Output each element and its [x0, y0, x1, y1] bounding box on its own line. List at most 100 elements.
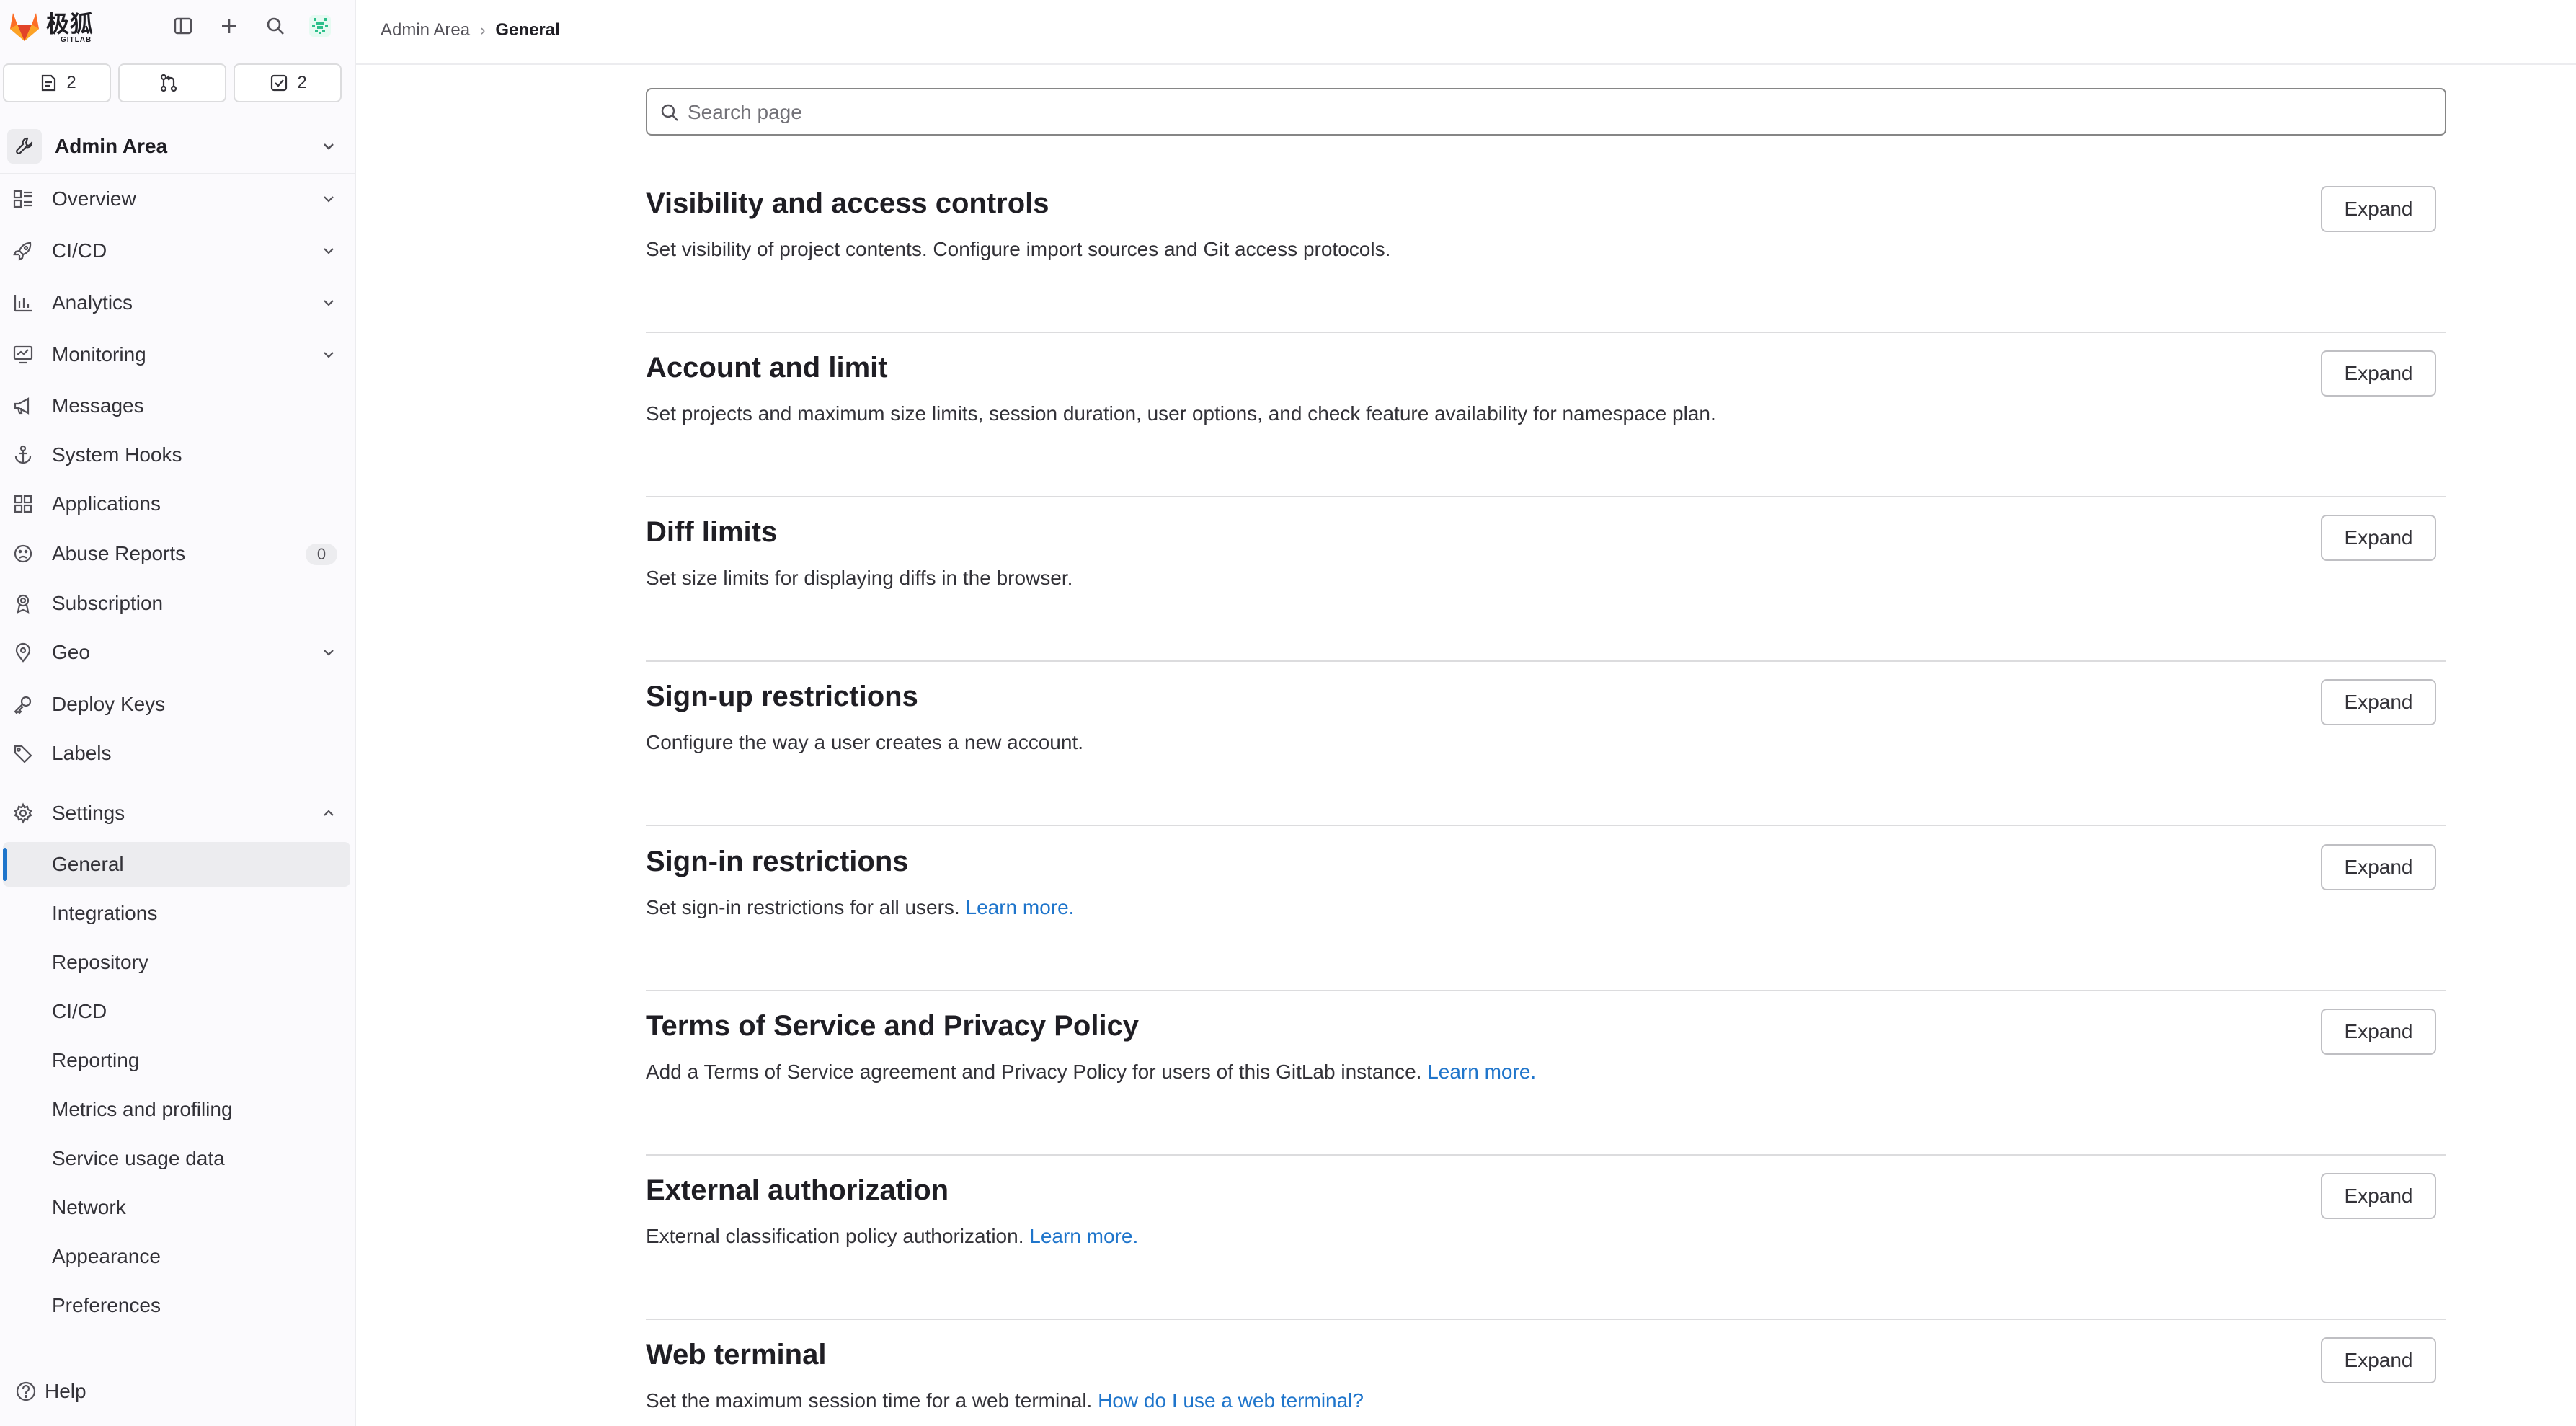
abuse-face-icon: [14, 544, 32, 563]
breadcrumb-admin-area-link[interactable]: Admin Area: [381, 20, 470, 40]
settings-section-signup: Sign-up restrictions Configure the way a…: [646, 662, 2446, 826]
expand-button[interactable]: Expand: [2321, 1337, 2436, 1383]
section-title: Diff limits: [646, 516, 778, 548]
search-page-field[interactable]: [646, 88, 2446, 136]
context-switcher[interactable]: Admin Area: [3, 124, 349, 169]
sidebar-toggle-button[interactable]: [167, 10, 199, 42]
section-divider: [646, 825, 2446, 826]
section-title: Visibility and access controls: [646, 187, 1049, 219]
settings-item-metrics[interactable]: Metrics and profiling: [3, 1087, 350, 1132]
nav-label-geo: Geo: [52, 641, 90, 663]
expand-button[interactable]: Expand: [2321, 844, 2436, 890]
settings-item-cicd[interactable]: CI/CD: [3, 989, 350, 1034]
nav-item-applications[interactable]: Applications: [3, 482, 350, 526]
expand-button[interactable]: Expand: [2321, 1173, 2436, 1219]
chevron-down-icon: [324, 143, 334, 150]
top-bar: Admin Area › General: [356, 0, 2576, 65]
search-icon: [661, 104, 678, 121]
nav-label-deploy-keys: Deploy Keys: [52, 693, 166, 715]
wrench-icon: [16, 137, 33, 154]
expand-button[interactable]: Expand: [2321, 1009, 2436, 1055]
location-pin-icon: [15, 642, 31, 663]
license-icon: [17, 594, 30, 614]
section-description: External classification policy authoriza…: [646, 1225, 1139, 1247]
expand-button[interactable]: Expand: [2321, 679, 2436, 725]
nav-item-cicd[interactable]: CI/CD: [3, 229, 350, 273]
user-avatar-button[interactable]: [304, 10, 336, 42]
nav-item-analytics[interactable]: Analytics: [3, 280, 350, 325]
nav-label-settings: Settings: [52, 802, 125, 824]
nav-item-overview[interactable]: Overview: [3, 177, 350, 221]
brand-name: 极狐: [46, 11, 94, 37]
app-root: 极狐 GITLAB 2 2 Admin Area Overview CI/CD …: [0, 0, 2576, 1426]
breadcrumb: Admin Area › General: [381, 20, 560, 40]
settings-item-integrations[interactable]: Integrations: [3, 891, 350, 936]
avatar-icon: [309, 15, 331, 37]
sidebar-divider: [0, 173, 355, 174]
issues-counter-button[interactable]: 2: [3, 63, 111, 102]
settings-item-label: Reporting: [52, 1049, 140, 1071]
gitlab-logo-icon[interactable]: [6, 7, 43, 45]
settings-item-preferences[interactable]: Preferences: [3, 1283, 350, 1328]
section-title: Account and limit: [646, 352, 888, 384]
nav-item-messages[interactable]: Messages: [3, 384, 350, 428]
section-title: Terms of Service and Privacy Policy: [646, 1010, 1140, 1042]
settings-item-service-usage[interactable]: Service usage data: [3, 1136, 350, 1181]
nav-item-system-hooks[interactable]: System Hooks: [3, 433, 350, 477]
sidebar-toggle-icon: [174, 17, 192, 35]
settings-item-label: Service usage data: [52, 1147, 225, 1169]
section-learn-more-link[interactable]: Learn more.: [966, 896, 1075, 918]
create-new-button[interactable]: [213, 10, 245, 42]
overview-icon: [13, 190, 32, 208]
settings-item-reporting[interactable]: Reporting: [3, 1038, 350, 1083]
section-help-link[interactable]: How do I use a web terminal?: [1098, 1389, 1364, 1412]
section-title: External authorization: [646, 1174, 949, 1206]
expand-button[interactable]: Expand: [2321, 350, 2436, 397]
chevron-down-icon: [324, 650, 334, 656]
issues-count: 2: [66, 73, 76, 92]
settings-item-repository[interactable]: Repository: [3, 940, 350, 985]
settings-item-label: Appearance: [52, 1245, 161, 1267]
section-description: Set visibility of project contents. Conf…: [646, 238, 1391, 260]
nav-label-cicd: CI/CD: [52, 239, 107, 262]
settings-item-network[interactable]: Network: [3, 1185, 350, 1230]
settings-item-label: Integrations: [52, 902, 158, 924]
settings-section-terms: Terms of Service and Privacy Policy Add …: [646, 991, 2446, 1156]
section-learn-more-link[interactable]: Learn more.: [1029, 1225, 1138, 1247]
search-button[interactable]: [259, 10, 291, 42]
todos-counter-button[interactable]: 2: [234, 63, 342, 102]
counter-bar: 2 2: [0, 63, 356, 104]
context-label: Admin Area: [55, 135, 168, 157]
section-learn-more-link[interactable]: Learn more.: [1427, 1060, 1536, 1083]
sidebar-header: 极狐 GITLAB: [0, 0, 356, 55]
nav-item-abuse-reports[interactable]: Abuse Reports 0: [3, 531, 350, 576]
abuse-reports-count-badge: 0: [306, 544, 337, 565]
help-button[interactable]: Help: [14, 1380, 86, 1403]
nav-item-subscription[interactable]: Subscription: [3, 581, 350, 626]
expand-button[interactable]: Expand: [2321, 515, 2436, 561]
merge-requests-counter-button[interactable]: [118, 63, 226, 102]
expand-button[interactable]: Expand: [2321, 186, 2436, 232]
issues-icon: [42, 74, 56, 92]
settings-item-appearance[interactable]: Appearance: [3, 1234, 350, 1279]
nav-label-applications: Applications: [52, 492, 161, 515]
section-description: Set sign-in restrictions for all users. …: [646, 896, 1075, 918]
nav-item-labels[interactable]: Labels: [3, 731, 350, 776]
settings-section-web-terminal: Web terminal Set the maximum session tim…: [646, 1320, 2446, 1426]
nav-item-geo[interactable]: Geo: [3, 630, 350, 675]
breadcrumb-separator-icon: ›: [480, 21, 486, 39]
key-icon: [14, 696, 32, 714]
help-label: Help: [45, 1380, 86, 1402]
search-page-input[interactable]: [686, 95, 2419, 130]
chevron-down-icon: [324, 300, 334, 306]
apps-icon: [14, 495, 32, 513]
nav-item-deploy-keys[interactable]: Deploy Keys: [3, 682, 350, 727]
search-icon: [267, 17, 284, 35]
nav-item-monitoring[interactable]: Monitoring: [3, 332, 350, 377]
monitor-icon: [13, 345, 33, 364]
section-description: Add a Terms of Service agreement and Pri…: [646, 1060, 1537, 1083]
settings-item-general[interactable]: General: [3, 842, 350, 887]
nav-item-settings[interactable]: Settings: [3, 791, 350, 836]
settings-section-external-auth: External authorization External classifi…: [646, 1156, 2446, 1320]
section-title: Sign-in restrictions: [646, 846, 909, 877]
